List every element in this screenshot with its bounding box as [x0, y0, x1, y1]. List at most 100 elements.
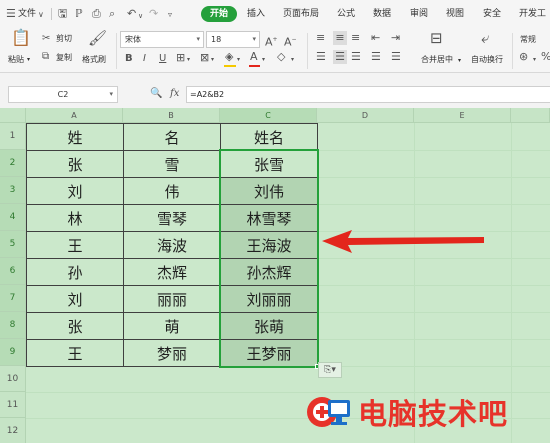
distributed-icon[interactable]: ☰: [391, 50, 401, 64]
cell-b1[interactable]: 名: [124, 124, 221, 151]
cell-b4[interactable]: 雪琴: [124, 205, 221, 232]
align-center-icon[interactable]: ☰: [333, 50, 347, 64]
column-header-c[interactable]: C: [220, 108, 317, 123]
decrease-indent-icon[interactable]: ⇤: [371, 31, 380, 45]
align-middle-icon[interactable]: ≡: [333, 31, 347, 45]
currency-format-icon[interactable]: ⊛: [519, 50, 528, 64]
cell-b9[interactable]: 梦丽: [124, 340, 221, 367]
name-box[interactable]: C2 ▾: [8, 86, 118, 103]
cell-b3[interactable]: 伟: [124, 178, 221, 205]
column-header-d[interactable]: D: [317, 108, 414, 123]
row-header-2[interactable]: 2: [0, 150, 26, 177]
column-header-b[interactable]: B: [123, 108, 220, 123]
redo-icon[interactable]: ↷: [149, 8, 158, 20]
font-size-select[interactable]: 18 ▾: [206, 31, 260, 48]
align-top-icon[interactable]: ≡: [316, 31, 325, 45]
tab-security[interactable]: 安全: [483, 8, 501, 20]
cell-a1[interactable]: 姓: [27, 124, 124, 151]
increase-indent-icon[interactable]: ⇥: [391, 31, 400, 45]
font-color-icon[interactable]: A: [250, 50, 258, 64]
customize-toolbar-icon[interactable]: ▿: [168, 9, 172, 21]
merge-center-icon[interactable]: ⊟: [430, 31, 443, 46]
cell-b2[interactable]: 雪: [124, 151, 221, 178]
justify-icon[interactable]: ☰: [371, 50, 381, 64]
fill-color-dropdown-icon[interactable]: ▾: [237, 53, 240, 67]
tab-view[interactable]: 视图: [446, 8, 464, 20]
row-header-7[interactable]: 7: [0, 285, 26, 312]
row-header-4[interactable]: 4: [0, 204, 26, 231]
cell-b5[interactable]: 海波: [124, 232, 221, 259]
tab-page-layout[interactable]: 页面布局: [283, 8, 319, 20]
hamburger-menu-icon[interactable]: ☰: [6, 8, 16, 20]
print-preview-icon[interactable]: ⌕: [109, 8, 115, 20]
align-left-icon[interactable]: ☰: [316, 50, 326, 64]
copy-button[interactable]: 复制: [56, 53, 72, 63]
italic-icon[interactable]: I: [143, 52, 146, 66]
cell-b8[interactable]: 萌: [124, 313, 221, 340]
cell-style-icon[interactable]: ⊠: [200, 51, 209, 65]
file-menu[interactable]: 文件: [18, 8, 36, 20]
tab-data[interactable]: 数据: [373, 8, 391, 20]
auto-wrap-button[interactable]: 自动换行: [471, 55, 503, 65]
borders-dropdown-icon[interactable]: ▾: [187, 53, 190, 67]
paste-icon[interactable]: 📋: [11, 30, 31, 46]
export-pdf-icon[interactable]: ℙ: [75, 8, 83, 20]
row-header-11[interactable]: 11: [0, 392, 26, 418]
formula-input[interactable]: =A2&B2: [186, 86, 550, 103]
cell-a2[interactable]: 张: [27, 151, 124, 178]
decrease-font-size-icon[interactable]: A−: [284, 33, 297, 50]
align-bottom-icon[interactable]: ≡: [351, 31, 360, 45]
save-icon[interactable]: 🖫: [58, 8, 67, 20]
cut-icon[interactable]: ✂: [42, 32, 50, 46]
format-painter-button[interactable]: 格式刷: [82, 55, 106, 65]
cell-a6[interactable]: 孙: [27, 259, 124, 286]
paste-options-button[interactable]: ⎘▾: [318, 362, 342, 378]
column-header-a[interactable]: A: [26, 108, 123, 123]
clear-format-dropdown-icon[interactable]: ▾: [291, 53, 294, 67]
tab-home[interactable]: 开始: [201, 6, 237, 22]
cell-a8[interactable]: 张: [27, 313, 124, 340]
row-header-1[interactable]: 1: [0, 123, 26, 150]
cell-b7[interactable]: 丽丽: [124, 286, 221, 313]
copy-icon[interactable]: ⧉: [42, 50, 49, 64]
tab-review[interactable]: 审阅: [410, 8, 428, 20]
row-header-3[interactable]: 3: [0, 177, 26, 204]
cell-style-dropdown-icon[interactable]: ▾: [211, 53, 214, 67]
zoom-lookup-icon[interactable]: 🔍: [150, 88, 162, 99]
bold-icon[interactable]: B: [125, 52, 133, 66]
merge-center-dropdown-icon[interactable]: ▾: [458, 56, 461, 66]
cell-a9[interactable]: 王: [27, 340, 124, 367]
fill-color-icon[interactable]: ◈: [225, 50, 233, 64]
column-header-e[interactable]: E: [414, 108, 511, 123]
cell-a7[interactable]: 刘: [27, 286, 124, 313]
print-icon[interactable]: ⎙: [92, 8, 101, 20]
file-menu-dropdown-icon[interactable]: ∨: [38, 9, 44, 21]
row-header-6[interactable]: 6: [0, 258, 26, 285]
cell-b6[interactable]: 杰辉: [124, 259, 221, 286]
clear-format-icon[interactable]: ◇: [277, 50, 285, 64]
cell-a4[interactable]: 林: [27, 205, 124, 232]
row-header-5[interactable]: 5: [0, 231, 26, 258]
font-name-select[interactable]: 宋体 ▾: [120, 31, 204, 48]
row-header-9[interactable]: 9: [0, 339, 26, 366]
merge-center-button[interactable]: 合并居中: [421, 55, 453, 65]
tab-insert[interactable]: 插入: [247, 8, 265, 20]
paste-button[interactable]: 粘贴: [8, 55, 24, 65]
format-painter-icon[interactable]: 🖌: [88, 31, 107, 46]
tab-developer[interactable]: 开发工: [519, 8, 546, 20]
font-color-dropdown-icon[interactable]: ▾: [262, 53, 265, 67]
auto-wrap-icon[interactable]: ⤶: [481, 31, 489, 46]
cell-a5[interactable]: 王: [27, 232, 124, 259]
align-right-icon[interactable]: ☰: [351, 50, 361, 64]
row-header-8[interactable]: 8: [0, 312, 26, 339]
borders-icon[interactable]: ⊞: [176, 51, 185, 65]
row-header-10[interactable]: 10: [0, 366, 26, 392]
currency-dropdown-icon[interactable]: ▾: [533, 53, 536, 67]
row-header-12[interactable]: 12: [0, 418, 26, 443]
cut-button[interactable]: 剪切: [56, 34, 72, 44]
number-format-select[interactable]: 常规: [520, 35, 536, 45]
cell-c1[interactable]: 姓名: [221, 124, 318, 151]
percent-format-icon[interactable]: %: [541, 50, 550, 64]
select-all-corner[interactable]: [0, 108, 26, 123]
insert-function-icon[interactable]: fx: [170, 88, 179, 99]
